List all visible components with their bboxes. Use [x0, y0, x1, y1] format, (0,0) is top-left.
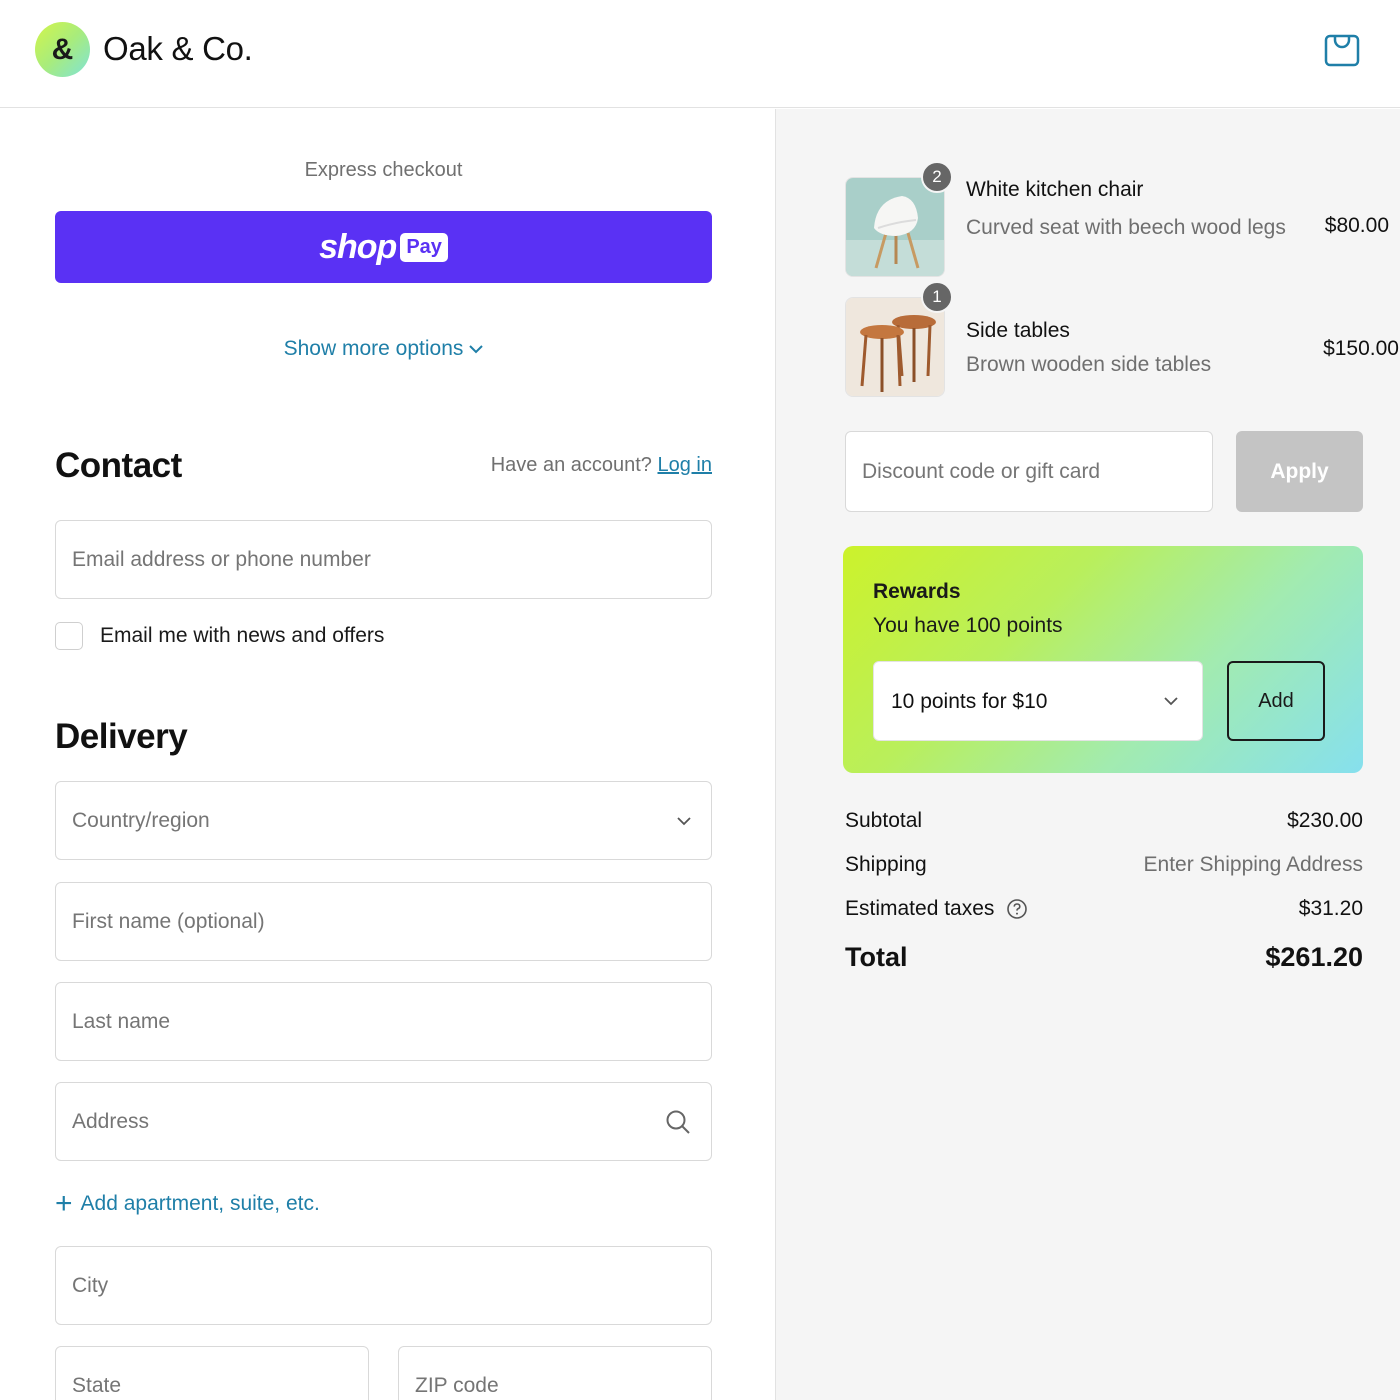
- address-field[interactable]: [55, 1082, 712, 1161]
- show-more-options-link[interactable]: Show more options: [55, 337, 712, 361]
- search-icon[interactable]: [665, 1109, 691, 1135]
- chevron-down-icon: [677, 816, 691, 825]
- quantity-badge: 2: [921, 161, 953, 193]
- logo-icon[interactable]: &: [35, 22, 90, 77]
- taxes-label: Estimated taxes: [845, 897, 995, 920]
- address-input[interactable]: [56, 1083, 711, 1160]
- shopping-bag-icon[interactable]: [1323, 30, 1361, 68]
- total-value: $261.20: [1265, 942, 1363, 972]
- rewards-points-balance: You have 100 points: [873, 614, 1063, 637]
- chevron-down-icon: [469, 345, 484, 354]
- rewards-title: Rewards: [873, 580, 961, 603]
- site-header: & Oak & Co.: [0, 0, 1400, 108]
- contact-heading: Contact: [55, 446, 182, 485]
- account-prompt: Have an account? Log in: [491, 454, 712, 477]
- express-checkout-label: Express checkout: [304, 159, 463, 181]
- taxes-row: Estimated taxes $31.20: [845, 897, 1363, 921]
- discount-field[interactable]: [845, 431, 1213, 512]
- zip-input[interactable]: [399, 1347, 711, 1400]
- apply-discount-button[interactable]: Apply: [1236, 431, 1363, 512]
- rewards-panel: Rewards You have 100 points 10 points fo…: [843, 546, 1363, 773]
- discount-input[interactable]: [846, 432, 1212, 511]
- country-input[interactable]: [56, 782, 711, 859]
- first-name-input[interactable]: [56, 883, 711, 960]
- newsletter-checkbox[interactable]: [55, 622, 83, 650]
- email-field[interactable]: [55, 520, 712, 599]
- side-tables-thumbnail: [845, 297, 945, 397]
- city-field[interactable]: [55, 1246, 712, 1325]
- first-name-field[interactable]: [55, 882, 712, 961]
- last-name-input[interactable]: [56, 983, 711, 1060]
- order-summary: 2 White kitchen chair Curved seat with b…: [776, 109, 1400, 1400]
- help-icon[interactable]: [1006, 898, 1028, 920]
- plus-icon: +: [55, 1187, 73, 1220]
- chevron-down-icon: [1164, 697, 1178, 706]
- shipping-row: Shipping Enter Shipping Address: [845, 853, 1363, 877]
- state-input[interactable]: [56, 1347, 368, 1400]
- points-select[interactable]: 10 points for $10: [873, 661, 1203, 741]
- item-description: Curved seat with beech wood legs: [966, 216, 1286, 239]
- subtotal-label: Subtotal: [845, 809, 923, 832]
- account-prompt-text: Have an account?: [490, 454, 652, 476]
- shipping-label: Shipping: [845, 853, 927, 876]
- points-select-value: 10 points for $10: [891, 690, 1048, 713]
- zip-field[interactable]: [398, 1346, 712, 1400]
- brand-name[interactable]: Oak & Co.: [103, 30, 253, 68]
- total-label: Total: [845, 942, 908, 972]
- delivery-heading: Delivery: [55, 717, 188, 756]
- item-price: $80.00: [1324, 214, 1389, 237]
- chair-thumbnail: [845, 177, 945, 277]
- item-name: Side tables: [966, 319, 1070, 342]
- checkout-form: Express checkout shop Pay Show more opti…: [0, 109, 775, 1400]
- shop-pay-button[interactable]: shop Pay: [55, 211, 712, 283]
- taxes-value: $31.20: [1298, 897, 1363, 920]
- taxes-label-group: Estimated taxes: [845, 897, 1028, 921]
- item-price: $150.00: [1323, 337, 1399, 360]
- email-input[interactable]: [56, 521, 711, 598]
- subtotal-value: $230.00: [1287, 809, 1363, 832]
- show-more-options-label: Show more options: [283, 337, 464, 360]
- newsletter-label: Email me with news and offers: [100, 624, 385, 647]
- newsletter-option[interactable]: Email me with news and offers: [55, 622, 384, 650]
- state-field[interactable]: [55, 1346, 369, 1400]
- login-link[interactable]: Log in: [658, 454, 713, 476]
- add-apartment-link[interactable]: + Add apartment, suite, etc.: [55, 1189, 320, 1219]
- item-description: Brown wooden side tables: [966, 353, 1212, 376]
- city-input[interactable]: [56, 1247, 711, 1324]
- item-name: White kitchen chair: [966, 178, 1144, 201]
- add-apartment-label: Add apartment, suite, etc.: [80, 1192, 320, 1215]
- shop-pay-logo-text: shop: [319, 227, 397, 266]
- last-name-field[interactable]: [55, 982, 712, 1061]
- shop-pay-pill: Pay: [400, 232, 448, 262]
- subtotal-row: Subtotal $230.00: [845, 809, 1363, 833]
- add-rewards-button[interactable]: Add: [1227, 661, 1325, 741]
- country-select[interactable]: [55, 781, 712, 860]
- shipping-value: Enter Shipping Address: [1143, 853, 1363, 876]
- quantity-badge: 1: [921, 281, 953, 313]
- total-row: Total $261.20: [845, 942, 1363, 973]
